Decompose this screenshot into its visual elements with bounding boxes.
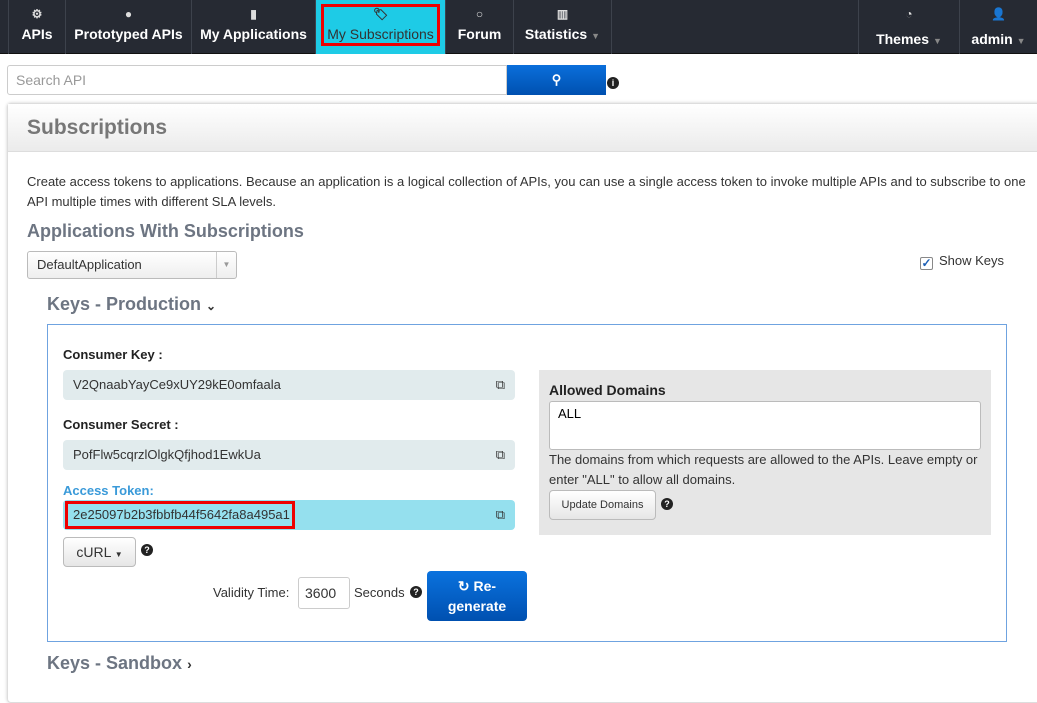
nav-user[interactable]: 👤 admin ▼ [960, 0, 1037, 54]
caret-down-icon: ▼ [1016, 36, 1026, 46]
comment-icon: ○ [475, 7, 484, 21]
chevron-right-icon: › [187, 656, 192, 672]
highlight-box [65, 501, 295, 529]
nav-themes[interactable]: ◔ Themes ▼ [858, 0, 960, 54]
nav-prototyped-apis[interactable]: ● Prototyped APIs [66, 0, 192, 54]
validity-input[interactable]: 3600 [298, 577, 350, 609]
nav-apis[interactable]: ⚙ APIs [8, 0, 66, 54]
nav-my-applications[interactable]: ▮ My Applications [192, 0, 316, 54]
caret-down-icon: ▼ [933, 36, 942, 46]
chevron-down-icon: ▼ [216, 252, 236, 278]
search-icon: ⚲ [551, 72, 562, 87]
cogs-icon: ⚙ [31, 7, 43, 21]
help-icon[interactable]: ? [410, 586, 422, 598]
validity-label: Validity Time: [213, 585, 290, 600]
access-token-label: Access Token: [63, 483, 154, 498]
dashboard-icon: ◔ [905, 7, 913, 21]
nav-statistics[interactable]: ▥ Statistics ▼ [514, 0, 612, 54]
allowed-domains-input[interactable]: ALL [549, 401, 981, 450]
info-icon[interactable]: i [607, 77, 619, 89]
help-icon[interactable]: ? [141, 544, 153, 556]
curl-dropdown[interactable]: cURL ▼ [63, 537, 136, 567]
user-icon: 👤 [991, 7, 1006, 21]
update-domains-button[interactable]: Update Domains [549, 490, 656, 520]
help-icon[interactable]: ? [661, 498, 673, 510]
apps-heading: Applications With Subscriptions [27, 221, 304, 241]
search-input[interactable]: Search API [7, 65, 507, 95]
page-description: Create access tokens to applications. Be… [27, 174, 1026, 209]
caret-down-icon: ▼ [114, 550, 123, 559]
consumer-secret-label: Consumer Secret : [63, 417, 179, 432]
keys-sandbox-toggle[interactable]: Keys - Sandbox › [47, 653, 192, 674]
nav-forum[interactable]: ○ Forum [446, 0, 514, 54]
show-keys-checkbox[interactable]: ✓ Show Keys [920, 253, 1004, 270]
top-nav: ⚙ APIs ● Prototyped APIs ▮ My Applications … [0, 0, 1037, 54]
chevron-down-icon: ⌄ [206, 299, 217, 313]
regenerate-button[interactable]: ↻ Re-generate [427, 571, 527, 621]
application-select[interactable]: DefaultApplication ▼ [27, 251, 237, 279]
search-button[interactable]: ⚲ [507, 65, 606, 95]
checkmark-icon: ✓ [920, 256, 933, 270]
keys-production-toggle[interactable]: Keys - Production ⌄ [47, 294, 216, 315]
allowed-domains-title: Allowed Domains [549, 382, 666, 398]
copy-icon[interactable]: ⧉ [496, 370, 505, 400]
allowed-domains-help: The domains from which requests are allo… [549, 452, 978, 487]
allowed-domains-panel: Allowed Domains ALL The domains from whi… [539, 370, 991, 535]
seconds-label: Seconds [354, 585, 405, 600]
briefcase-icon: ▮ [250, 7, 257, 21]
copy-icon[interactable]: ⧉ [496, 440, 505, 470]
refresh-icon: ↻ [457, 578, 470, 594]
page-title: Subscriptions [8, 104, 1037, 152]
caret-down-icon: ▼ [591, 31, 601, 41]
gear-icon: ● [124, 7, 133, 21]
nav-my-subscriptions[interactable]: 🏷 My Subscriptions [316, 0, 446, 54]
copy-icon[interactable]: ⧉ [496, 500, 505, 530]
highlight-box [321, 4, 440, 46]
consumer-key-field[interactable]: V2QnaabYayCe9xUY29kE0omfaala ⧉ [63, 370, 515, 400]
consumer-secret-field[interactable]: PofFlw5cqrzlOlgkQfjhod1EwkUa ⧉ [63, 440, 515, 470]
access-token-field[interactable]: 2e25097b2b3fbbfb44f5642fa8a495a1 ⧉ [63, 500, 515, 530]
consumer-key-label: Consumer Key : [63, 347, 163, 362]
bar-chart-icon: ▥ [556, 7, 569, 21]
